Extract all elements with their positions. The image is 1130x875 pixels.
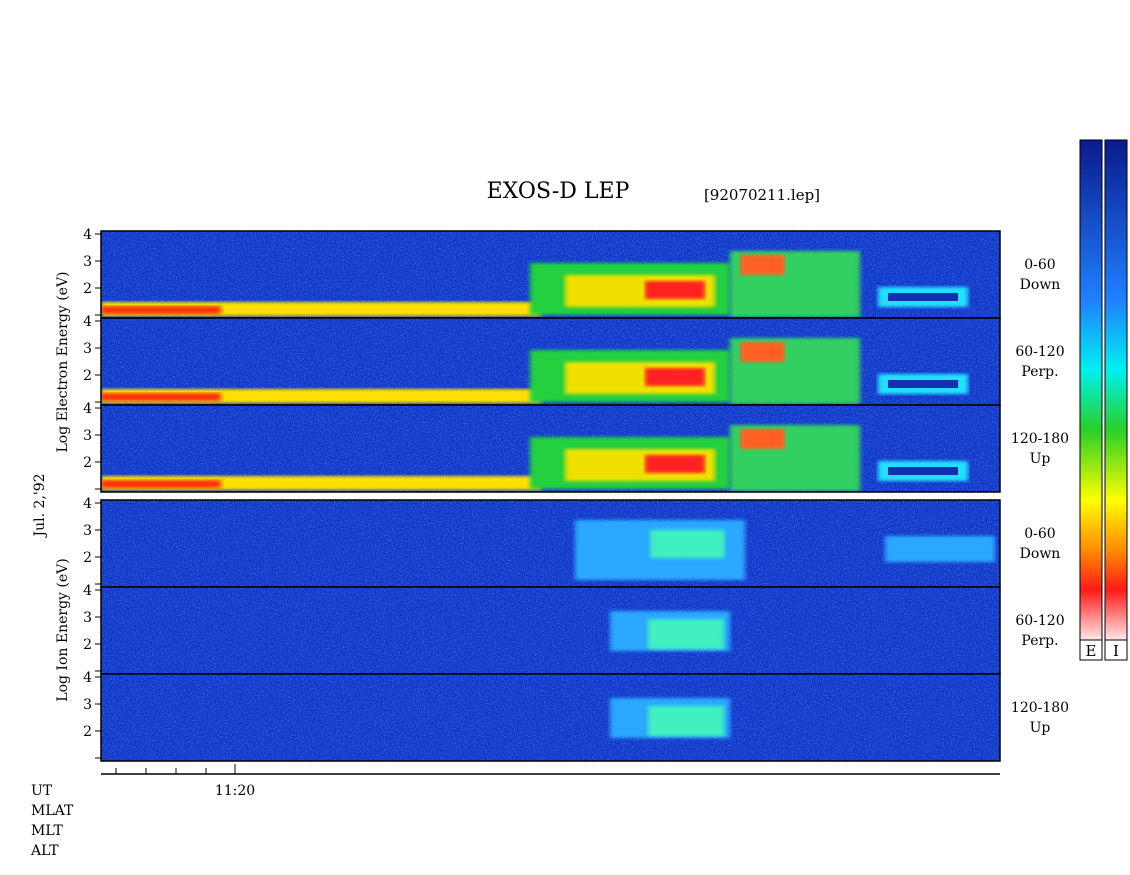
y-tick-label: 2 xyxy=(83,724,92,740)
y-tick-label: 3 xyxy=(83,254,92,270)
y-tick-label: 2 xyxy=(83,368,92,384)
pitch-angle-label: 0-60 xyxy=(1024,526,1055,542)
direction-label: Perp. xyxy=(1021,364,1058,380)
mlat-label: MLAT xyxy=(31,803,74,819)
ion-energy-axis-label: Log Ion Energy (eV) xyxy=(55,558,71,701)
direction-label: Down xyxy=(1020,277,1061,293)
pitch-angle-label: 0-60 xyxy=(1024,257,1055,273)
y-tick-label: 4 xyxy=(83,314,92,330)
y-tick-label: 3 xyxy=(83,610,92,626)
figure-title: EXOS-D LEP xyxy=(487,179,630,204)
electron-energy-axis-label: Log Electron Energy (eV) xyxy=(55,271,71,452)
date-label: Jul. 2,'92 xyxy=(32,473,48,538)
photoelectron-band-core xyxy=(101,393,221,401)
direction-label: Up xyxy=(1030,720,1051,736)
y-tick-label: 4 xyxy=(83,401,92,417)
panel-image xyxy=(101,587,1000,674)
color-scale-ion: I xyxy=(1104,139,1128,661)
color-scale-bar-electron xyxy=(1079,139,1103,641)
electron-hot-region xyxy=(645,455,705,473)
pitch-angle-label: 120-180 xyxy=(1011,700,1069,716)
pitch-angle-labels: 0-60 Down 60-120 Perp. 120-180 Up 0-60 Down 60-1… xyxy=(1011,257,1069,736)
color-scale-label-ion: I xyxy=(1113,642,1119,660)
pitch-angle-label: 120-180 xyxy=(1011,431,1069,447)
electron-late-band-core xyxy=(888,293,958,301)
color-scale-label-electron: E xyxy=(1086,642,1097,660)
y-tick-label: 3 xyxy=(83,428,92,444)
color-scale-bar-ion xyxy=(1104,139,1128,641)
ut-label: UT xyxy=(31,783,53,799)
ion-dark-noise xyxy=(101,500,1000,587)
electron-hot-region xyxy=(645,281,705,299)
mlt-label: MLT xyxy=(31,823,63,839)
direction-label: Up xyxy=(1030,451,1051,467)
panel-image xyxy=(101,674,1000,761)
y-tick-label: 2 xyxy=(83,455,92,471)
panel-image xyxy=(101,318,1000,405)
y-tick-label: 2 xyxy=(83,637,92,653)
y-tick-label: 4 xyxy=(83,496,92,512)
photoelectron-band-core xyxy=(101,306,221,314)
panel-image xyxy=(101,500,1000,587)
electron-panel-0-60: 2 3 4 xyxy=(83,227,1001,319)
color-scale-electron: E xyxy=(1079,139,1103,661)
y-tick-label: 4 xyxy=(83,583,92,599)
pitch-angle-label: 60-120 xyxy=(1015,344,1064,360)
file-label: [92070211.lep] xyxy=(704,186,820,204)
y-tick-label: 2 xyxy=(83,281,92,297)
ion-dark-noise xyxy=(101,674,1000,761)
electron-late-band-core xyxy=(888,380,958,388)
time-tick-label: 11:20 xyxy=(215,783,255,799)
y-tick-label: 3 xyxy=(83,341,92,357)
electron-hot-region xyxy=(645,368,705,386)
spectrogram-panels: 2 3 4 2 3 4 2 3 4 2 3 4 2 3 4 2 3 4 xyxy=(83,227,1001,762)
electron-late-band-core xyxy=(888,467,958,475)
electron-burst-core xyxy=(740,342,785,362)
y-tick-label: 2 xyxy=(83,550,92,566)
y-tick-label: 3 xyxy=(83,523,92,539)
ion-panel-120-180: 2 3 4 xyxy=(83,670,1001,762)
y-tick-label: 3 xyxy=(83,697,92,713)
pitch-angle-label: 60-120 xyxy=(1015,613,1064,629)
alt-label: ALT xyxy=(30,843,59,859)
y-tick-label: 4 xyxy=(83,227,92,243)
ion-panel-0-60: 2 3 4 xyxy=(83,496,1001,588)
ion-panel-60-120: 2 3 4 xyxy=(83,583,1001,675)
spectrogram-figure: EXOS-D LEP [92070211.lep] Jul. 2,'92 Log… xyxy=(30,139,1128,859)
electron-panel-60-120: 2 3 4 xyxy=(83,314,1001,406)
direction-label: Perp. xyxy=(1021,633,1058,649)
direction-label: Down xyxy=(1020,546,1061,562)
ion-dark-noise xyxy=(101,587,1000,674)
panel-image xyxy=(101,231,1000,318)
electron-burst-core xyxy=(740,429,785,449)
panel-image xyxy=(101,405,1000,492)
time-axis: 11:20 UT MLAT MLT ALT xyxy=(30,764,1000,859)
y-tick-label: 4 xyxy=(83,670,92,686)
electron-burst-core xyxy=(740,255,785,275)
photoelectron-band-core xyxy=(101,480,221,488)
electron-panel-120-180: 2 3 4 xyxy=(83,401,1001,493)
